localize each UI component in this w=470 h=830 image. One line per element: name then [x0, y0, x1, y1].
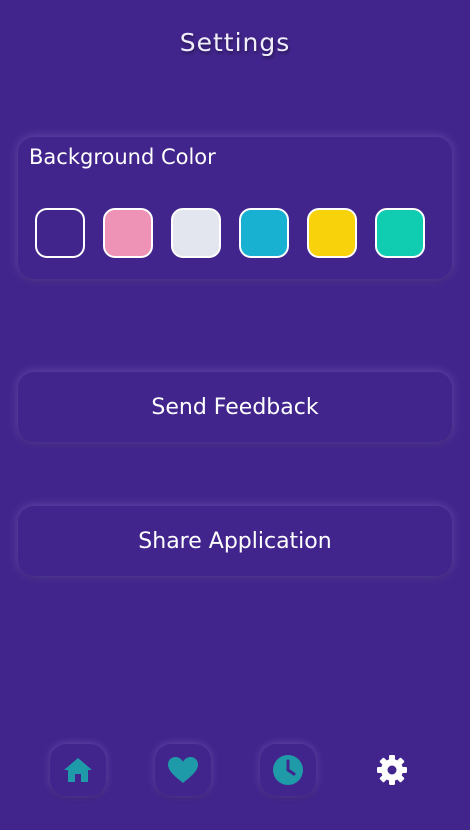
- background-color-label: Background Color: [29, 145, 216, 169]
- send-feedback-label: Send Feedback: [151, 394, 319, 420]
- color-swatch-teal[interactable]: [375, 208, 425, 258]
- nav-settings-button[interactable]: [364, 744, 420, 796]
- home-icon: [63, 756, 93, 784]
- share-application-button[interactable]: Share Application: [18, 506, 452, 576]
- color-swatch-purple[interactable]: [35, 208, 85, 258]
- clock-icon: [272, 754, 304, 786]
- nav-favorites-button[interactable]: [155, 744, 211, 796]
- color-swatch-pink[interactable]: [103, 208, 153, 258]
- color-swatch-light-gray[interactable]: [171, 208, 221, 258]
- color-swatch-yellow[interactable]: [307, 208, 357, 258]
- nav-history-button[interactable]: [260, 744, 316, 796]
- gear-icon: [376, 754, 408, 786]
- color-swatch-list: [35, 208, 425, 258]
- send-feedback-button[interactable]: Send Feedback: [18, 372, 452, 442]
- page-title: Settings: [179, 28, 291, 57]
- nav-home-button[interactable]: [50, 744, 106, 796]
- heart-icon: [167, 756, 199, 784]
- share-application-label: Share Application: [138, 528, 332, 554]
- background-color-card: Background Color: [18, 137, 452, 279]
- color-swatch-cyan[interactable]: [239, 208, 289, 258]
- bottom-navigation: [0, 744, 470, 800]
